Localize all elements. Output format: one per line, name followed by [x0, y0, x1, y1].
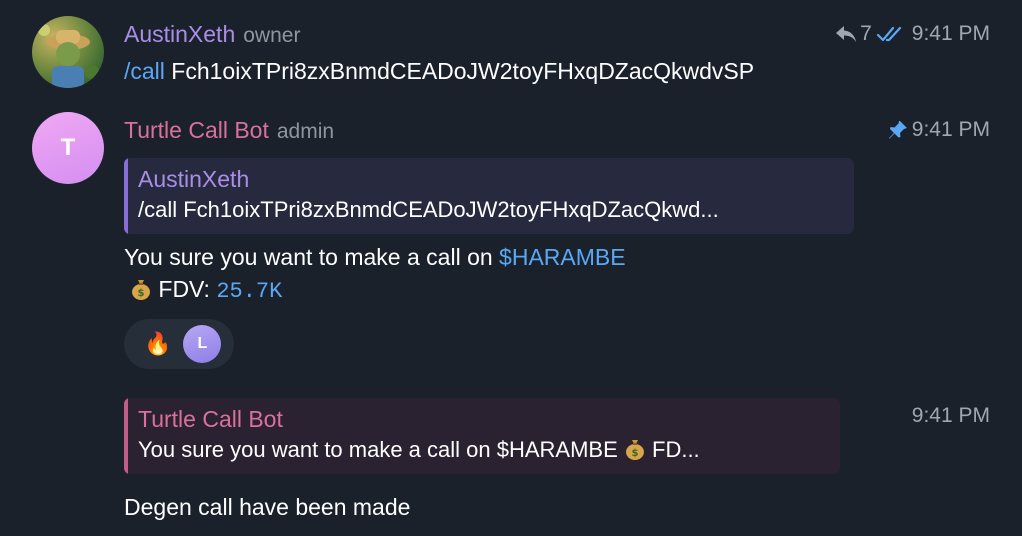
fdv-value[interactable]: 25.7K — [216, 279, 282, 304]
avatar-image — [38, 24, 99, 88]
message-prefix: You sure you want to make a call on — [124, 244, 500, 270]
fire-emoji[interactable]: 🔥 — [144, 331, 171, 357]
reply-count[interactable]: 7 — [860, 22, 872, 46]
message-text-line: You sure you want to make a call on $HAR… — [124, 244, 626, 271]
reply-quote[interactable]: Turtle Call Bot You sure you want to mak… — [124, 398, 840, 474]
message-time: 9:41 PM — [911, 118, 990, 141]
sender-name[interactable]: AustinXeth — [124, 21, 235, 47]
chat-view: AustinXeth owner 7 9:41 PM /call Fch1oixT… — [0, 0, 1022, 536]
avatar-turtle-call-bot[interactable]: T — [32, 112, 104, 184]
avatar-austinxeth[interactable] — [32, 16, 104, 88]
quote-text-prefix: You sure you want to make a call on $HAR… — [138, 437, 624, 462]
message-text: Degen call have been made — [124, 494, 411, 520]
token-link[interactable]: $HARAMBE — [499, 244, 626, 270]
sender-role: owner — [243, 24, 301, 47]
money-bag-icon: $ — [625, 440, 644, 460]
fdv-label: FDV: — [152, 276, 217, 302]
reaction-user-avatar[interactable]: L — [183, 325, 222, 363]
reactions-bar[interactable]: 🔥 L — [124, 319, 234, 369]
message-meta: 7 9:41 PM — [835, 22, 990, 46]
command-link[interactable]: /call — [124, 58, 165, 84]
reply-icon[interactable] — [835, 25, 857, 43]
money-bag-icon: $ — [132, 280, 150, 300]
message-text: /call Fch1oixTPri8zxBnmdCEADoJW2toyFHxqD… — [124, 58, 754, 85]
svg-text:$: $ — [631, 448, 638, 459]
reaction-avatar-letter: L — [197, 335, 208, 352]
sender-name[interactable]: Turtle Call Bot — [124, 117, 269, 143]
avatar-letter: T — [60, 134, 76, 161]
double-check-icon — [876, 26, 901, 42]
sender-role: admin — [276, 120, 335, 143]
message-sender[interactable]: Turtle Call Bot admin — [124, 117, 334, 144]
message-meta: 9:41 PM — [888, 118, 990, 142]
message-sender[interactable]: AustinXeth owner — [124, 21, 300, 48]
quote-text: You sure you want to make a call on $HAR… — [138, 435, 828, 465]
pin-icon[interactable] — [888, 120, 908, 140]
quote-text: /call Fch1oixTPri8zxBnmdCEADoJW2toyFHxqD… — [138, 197, 719, 222]
quote-author: AustinXeth — [138, 166, 250, 192]
quote-author: Turtle Call Bot — [138, 406, 283, 432]
reply-quote[interactable]: AustinXeth /call Fch1oixTPri8zxBnmdCEADo… — [124, 158, 854, 234]
quote-text-suffix: FD... — [645, 437, 700, 462]
fdv-line: $ FDV: 25.7K — [130, 276, 282, 304]
contract-address: Fch1oixTPri8zxBnmdCEADoJW2toyFHxqDZacQkw… — [164, 58, 755, 84]
message-time: 9:41 PM — [911, 404, 990, 427]
svg-text:$: $ — [138, 288, 145, 299]
message-time: 9:41 PM — [911, 22, 990, 45]
